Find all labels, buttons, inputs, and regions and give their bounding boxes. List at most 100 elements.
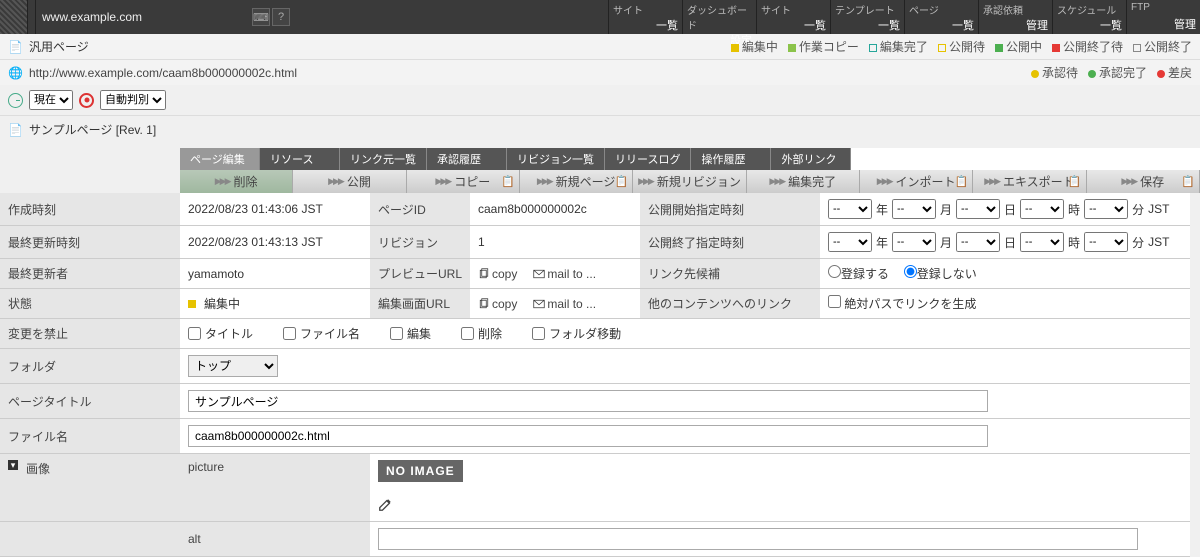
page-icon: 📄 <box>8 40 23 54</box>
lock-edit[interactable]: 編集 <box>390 325 431 342</box>
tab-page-edit[interactable]: ページ編集 <box>180 148 260 170</box>
editurl-copy-button[interactable]: copy <box>478 297 517 311</box>
pubstart-fields: --年 --月 --日 --時 --分 JST <box>820 193 1190 226</box>
nav-page[interactable]: ページ一覧 <box>904 0 978 34</box>
url-box: www.example.com ⌨ ? <box>36 0 296 34</box>
top-bar: www.example.com ⌨ ? サイト一覧 ダッシュボード設定 サイト一… <box>0 0 1200 34</box>
alt-input[interactable] <box>378 528 1138 550</box>
clipboard-icon: 📋 <box>501 175 515 188</box>
page-title-input[interactable] <box>188 390 988 412</box>
register-yes-radio[interactable]: 登録する <box>828 265 889 282</box>
pubstart-year[interactable]: -- <box>828 199 872 219</box>
nav-approval[interactable]: 承認依頼管理 <box>978 0 1052 34</box>
created-label: 作成時刻 <box>0 193 180 226</box>
property-grid: 作成時刻 2022/08/23 01:43:06 JST ページID caam8… <box>0 193 1200 557</box>
help-icon[interactable]: ? <box>272 8 290 26</box>
abspath-checkbox[interactable]: 絶対パスでリンクを生成 <box>828 295 976 312</box>
import-button[interactable]: ▶▶▶インポート📋 <box>860 170 973 193</box>
site-url: www.example.com <box>42 10 142 24</box>
alt-cell <box>370 522 1190 557</box>
link-candidate-label: リンク先候補 <box>640 259 820 289</box>
updater-label: 最終更新者 <box>0 259 180 289</box>
editurl-mail-button[interactable]: mail to ... <box>533 297 596 311</box>
tab-external-links[interactable]: 外部リンク <box>771 148 851 170</box>
globe-icon: 🌐 <box>8 66 23 80</box>
pubend-hour[interactable]: -- <box>1020 232 1064 252</box>
clipboard-icon: 📋 <box>1181 175 1195 188</box>
pubend-label: 公開終了指定時刻 <box>640 226 820 259</box>
pubend-fields: --年 --月 --日 --時 --分 JST <box>820 226 1190 259</box>
time-select[interactable]: 現在 <box>29 90 73 110</box>
action-toolbar: ▶▶▶削除 ▶▶▶公開 ▶▶▶コピー📋 ▶▶▶新規ページ📋 ▶▶▶新規リビジョン… <box>180 170 1200 193</box>
lock-delete[interactable]: 削除 <box>461 325 502 342</box>
nav-template[interactable]: テンプレート一覧 <box>830 0 904 34</box>
pubstart-min[interactable]: -- <box>1084 199 1128 219</box>
nav-site2[interactable]: サイト一覧 <box>756 0 830 34</box>
editurl-actions: copy mail to ... <box>470 289 640 319</box>
edit-image-icon[interactable] <box>378 498 392 515</box>
nav-site[interactable]: サイト一覧 <box>608 0 682 34</box>
clock-icon <box>8 93 23 108</box>
lock-filename[interactable]: ファイル名 <box>283 325 360 342</box>
nav-ftp[interactable]: FTP管理 <box>1126 0 1200 34</box>
keyboard-icon[interactable]: ⌨ <box>252 8 270 26</box>
edit-done-button[interactable]: ▶▶▶編集完了 <box>747 170 860 193</box>
preview-copy-button[interactable]: copy <box>478 267 517 281</box>
pubend-year[interactable]: -- <box>828 232 872 252</box>
new-page-button[interactable]: ▶▶▶新規ページ📋 <box>520 170 633 193</box>
otherlink-label: 他のコンテンツへのリンク <box>640 289 820 319</box>
revision-value: 1 <box>470 226 640 259</box>
lock-options: タイトル ファイル名 編集 削除 フォルダ移動 <box>180 319 1190 349</box>
doc-icon: 📄 <box>8 123 23 137</box>
tab-release-log[interactable]: リリースログ <box>605 148 691 170</box>
register-no-radio[interactable]: 登録しない <box>904 265 977 282</box>
copy-button[interactable]: ▶▶▶コピー📋 <box>407 170 520 193</box>
pubstart-month[interactable]: -- <box>892 199 936 219</box>
preview-mail-button[interactable]: mail to ... <box>533 267 596 281</box>
filename-input[interactable] <box>188 425 988 447</box>
filename-label: ファイル名 <box>0 419 180 454</box>
breadcrumb: 汎用ページ <box>29 38 89 55</box>
pubend-month[interactable]: -- <box>892 232 936 252</box>
picture-label: picture <box>180 454 370 522</box>
clipboard-icon: 📋 <box>615 175 629 188</box>
status-field-label: 状態 <box>0 289 180 319</box>
lock-folder[interactable]: フォルダ移動 <box>532 325 621 342</box>
tab-op-history[interactable]: 操作履歴 <box>691 148 771 170</box>
pubend-day[interactable]: -- <box>956 232 1000 252</box>
publish-button[interactable]: ▶▶▶公開 <box>293 170 406 193</box>
alt-label: alt <box>180 522 370 557</box>
clipboard-icon: 📋 <box>955 175 969 188</box>
pubend-min[interactable]: -- <box>1084 232 1128 252</box>
top-nav: サイト一覧 ダッシュボード設定 サイト一覧 テンプレート一覧 ページ一覧 承認依… <box>608 0 1200 34</box>
new-revision-button[interactable]: ▶▶▶新規リビジョン <box>633 170 746 193</box>
full-url: http://www.example.com/caam8b000000002c.… <box>29 66 297 80</box>
target-icon <box>79 93 94 108</box>
tab-approval-history[interactable]: 承認履歴 <box>427 148 507 170</box>
lock-label: 変更を禁止 <box>0 319 180 349</box>
delete-button[interactable]: ▶▶▶削除 <box>180 170 293 193</box>
full-url-row: 🌐 http://www.example.com/caam8b000000002… <box>0 60 1200 85</box>
tab-revisions[interactable]: リビジョン一覧 <box>507 148 605 170</box>
image-section-label: ▾ 画像 <box>0 454 180 522</box>
pubstart-hour[interactable]: -- <box>1020 199 1064 219</box>
updated-value: 2022/08/23 01:43:13 JST <box>180 226 370 259</box>
nav-schedule[interactable]: スケジュール一覧 <box>1052 0 1126 34</box>
page-title-cell <box>180 384 1190 419</box>
preview-url-actions: copy mail to ... <box>470 259 640 289</box>
revision-field-label: リビジョン <box>370 226 470 259</box>
collapse-icon[interactable]: ▾ <box>8 460 18 470</box>
tabs: ページ編集 リソース リンク元一覧 承認履歴 リビジョン一覧 リリースログ 操作… <box>180 148 1200 170</box>
folder-select[interactable]: トップ <box>188 355 278 377</box>
tab-resource[interactable]: リソース <box>260 148 340 170</box>
otherlink-value: 絶対パスでリンクを生成 <box>820 289 1190 319</box>
nav-dashboard[interactable]: ダッシュボード設定 <box>682 0 756 34</box>
tab-backlinks[interactable]: リンク元一覧 <box>340 148 427 170</box>
folder-label: フォルダ <box>0 349 180 384</box>
save-button[interactable]: ▶▶▶保存📋 <box>1087 170 1200 193</box>
lock-title[interactable]: タイトル <box>188 325 253 342</box>
revision-row: 📄 サンプルページ [Rev. 1] <box>0 116 1200 148</box>
judge-select[interactable]: 自動判別 <box>100 90 166 110</box>
pubstart-day[interactable]: -- <box>956 199 1000 219</box>
export-button[interactable]: ▶▶▶エキスポート📋 <box>973 170 1086 193</box>
